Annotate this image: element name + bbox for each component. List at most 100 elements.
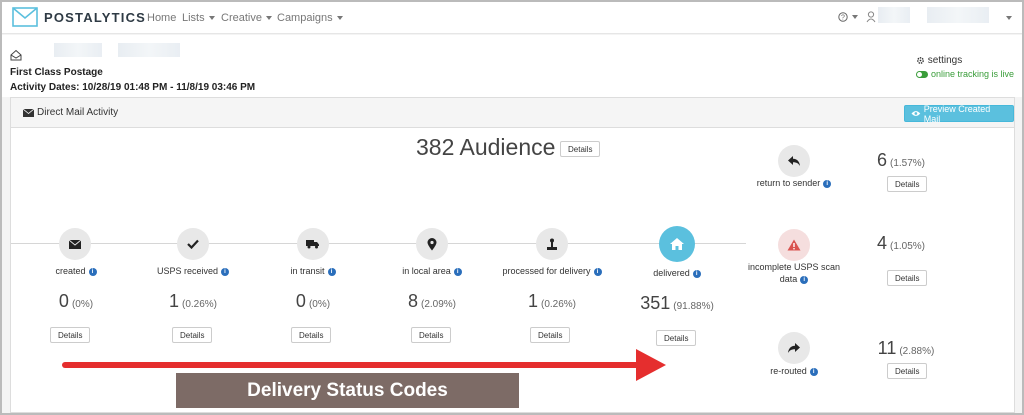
side-label-text: incomplete USPS scan data bbox=[747, 262, 841, 284]
side-label-text: return to sender bbox=[756, 178, 821, 188]
count-percent: (0.26%) bbox=[541, 299, 577, 310]
logo[interactable]: POSTALYTICS bbox=[12, 7, 146, 27]
postage-type: First Class Postage bbox=[10, 67, 103, 78]
help-menu[interactable]: ? bbox=[838, 11, 858, 23]
side-label-re-routed: re-routed i bbox=[741, 366, 847, 376]
chevron-down-icon bbox=[265, 16, 272, 21]
step-label-text: USPS received bbox=[156, 266, 219, 276]
redacted-username bbox=[878, 7, 910, 23]
nav-lists-label: Lists bbox=[182, 12, 205, 24]
step-label-text: in transit bbox=[290, 266, 325, 276]
info-icon[interactable]: i bbox=[327, 267, 336, 276]
nav-home[interactable]: Home bbox=[147, 12, 176, 24]
panel-title-label: Direct Mail Activity bbox=[37, 107, 119, 118]
preview-created-mail-button[interactable]: Preview Created Mail bbox=[904, 103, 1014, 124]
info-icon[interactable]: i bbox=[809, 367, 818, 376]
delivery-status-codes-banner: Delivery Status Codes bbox=[176, 373, 519, 408]
count-value: 4 bbox=[876, 233, 887, 253]
info-icon[interactable]: i bbox=[692, 269, 701, 278]
info-icon[interactable]: i bbox=[453, 267, 462, 276]
step-circle-in-local-area bbox=[416, 228, 448, 260]
step-circle-processed bbox=[536, 228, 568, 260]
eye-icon bbox=[911, 111, 921, 116]
details-button-re-routed[interactable]: Details bbox=[887, 363, 928, 379]
settings-link[interactable]: settings bbox=[916, 55, 962, 66]
warning-icon bbox=[787, 239, 801, 251]
map-marker-icon bbox=[427, 237, 437, 250]
chevron-down-icon bbox=[336, 16, 343, 21]
nav-creative[interactable]: Creative bbox=[221, 12, 272, 24]
help-glyph: ? bbox=[841, 15, 845, 22]
step-count-in-transit: 0 (0%) bbox=[273, 291, 353, 312]
side-circle-return-to-sender bbox=[778, 145, 810, 177]
count-value: 6 bbox=[876, 150, 887, 170]
step-circle-delivered bbox=[659, 226, 695, 262]
timeline-line bbox=[11, 243, 746, 244]
count-value: 8 bbox=[407, 291, 418, 311]
panel-title: Direct Mail Activity bbox=[23, 107, 118, 118]
count-percent: (91.88%) bbox=[673, 301, 714, 312]
panel-heading: Direct Mail Activity Preview Created Mai… bbox=[11, 98, 1014, 128]
info-icon[interactable]: i bbox=[823, 179, 832, 188]
details-button-in-transit[interactable]: Details bbox=[291, 327, 332, 343]
redacted-account bbox=[927, 7, 989, 23]
nav-campaigns[interactable]: Campaigns bbox=[277, 12, 343, 24]
count-percent: (2.88%) bbox=[899, 346, 935, 357]
step-label-delivered: delivered i bbox=[637, 268, 717, 278]
step-label-in-transit: in transit i bbox=[273, 266, 353, 276]
count-percent: (0%) bbox=[308, 299, 331, 310]
details-button-in-local-area[interactable]: Details bbox=[411, 327, 452, 343]
count-percent: (0%) bbox=[71, 299, 94, 310]
redacted-campaign-name-2 bbox=[118, 43, 180, 57]
preview-button-label: Preview Created Mail bbox=[923, 103, 991, 124]
details-button-delivered[interactable]: Details bbox=[656, 330, 697, 346]
home-icon bbox=[670, 238, 684, 250]
info-icon[interactable]: i bbox=[88, 267, 97, 276]
truck-icon bbox=[306, 240, 319, 249]
toggle-on-icon bbox=[916, 70, 928, 78]
help-icon: ? bbox=[838, 12, 848, 22]
side-circle-incomplete-scan bbox=[778, 229, 810, 261]
envelope-icon bbox=[23, 108, 34, 117]
audience-details-button[interactable]: Details bbox=[560, 141, 601, 157]
side-circle-re-routed bbox=[778, 332, 810, 364]
side-count-return-to-sender: 6 (1.57%) bbox=[861, 150, 941, 171]
step-label-text: delivered bbox=[653, 268, 690, 278]
annotation-arrow-line bbox=[62, 362, 640, 368]
reply-icon bbox=[788, 156, 800, 166]
count-value: 11 bbox=[877, 338, 897, 358]
step-label-text: in local area bbox=[402, 266, 451, 276]
step-circle-in-transit bbox=[297, 228, 329, 260]
details-button-usps-received[interactable]: Details bbox=[172, 327, 213, 343]
online-tracking-status[interactable]: online tracking is live bbox=[916, 69, 1014, 79]
step-label-created: created i bbox=[41, 266, 111, 276]
info-icon[interactable]: i bbox=[593, 267, 602, 276]
top-navbar: POSTALYTICS Home Lists Creative Campaign… bbox=[2, 2, 1022, 34]
user-icon[interactable] bbox=[866, 11, 876, 23]
details-button-incomplete-scan[interactable]: Details bbox=[887, 270, 928, 286]
step-label-processed: processed for delivery i bbox=[491, 266, 613, 276]
sorting-icon bbox=[547, 238, 557, 250]
info-icon[interactable]: i bbox=[800, 275, 809, 284]
count-percent: (0.26%) bbox=[182, 299, 218, 310]
nav-lists[interactable]: Lists bbox=[182, 12, 215, 24]
annotation-arrow-head bbox=[636, 349, 666, 381]
count-value: 0 bbox=[58, 291, 69, 311]
details-button-processed[interactable]: Details bbox=[530, 327, 571, 343]
details-button-created[interactable]: Details bbox=[50, 327, 91, 343]
count-value: 351 bbox=[640, 293, 671, 313]
envelope-icon bbox=[69, 239, 81, 249]
activity-dates: Activity Dates: 10/28/19 01:48 PM - 11/8… bbox=[10, 82, 256, 93]
side-label-return-to-sender: return to sender i bbox=[741, 178, 847, 188]
forward-icon bbox=[788, 343, 800, 353]
home-outline-icon[interactable] bbox=[10, 49, 22, 61]
count-percent: (2.09%) bbox=[421, 299, 457, 310]
step-label-in-local-area: in local area i bbox=[387, 266, 477, 276]
account-chevron-down-icon[interactable] bbox=[1006, 16, 1012, 20]
step-count-delivered: 351 (91.88%) bbox=[627, 293, 727, 314]
step-circle-created bbox=[59, 228, 91, 260]
info-icon[interactable]: i bbox=[221, 267, 230, 276]
count-value: 1 bbox=[168, 291, 179, 311]
details-button-return-to-sender[interactable]: Details bbox=[887, 176, 928, 192]
check-icon bbox=[187, 239, 199, 249]
